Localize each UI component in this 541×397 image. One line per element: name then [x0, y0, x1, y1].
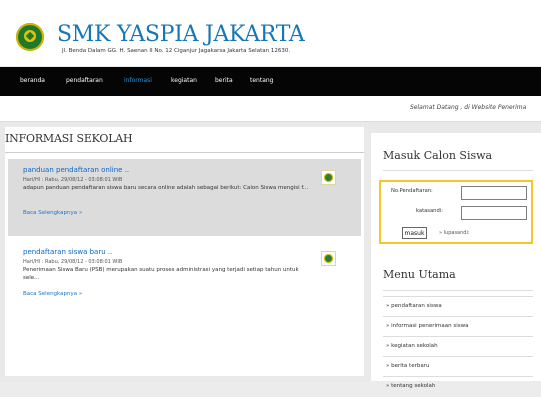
school-info-panel: INFORMASI SEKOLAH panduan pendaftaran on… [5, 127, 364, 376]
forgot-password-link[interactable]: » lupasandi: [439, 230, 470, 236]
main-navigation: beranda pendaftaran informasi kegiatan b… [0, 67, 541, 96]
menu-item-label[interactable]: » berita terbaru [386, 363, 429, 369]
registration-number-label: No.Pendaftaran: [391, 188, 433, 194]
site-address: Jl. Benda Dalam GG. H. Saenan II No. 12 … [62, 48, 291, 54]
menu-item-label[interactable]: » informasi penerimaan siswa [386, 323, 468, 329]
login-title: Masuk Calon Siswa [383, 149, 493, 162]
nav-informasi[interactable]: informasi [124, 77, 152, 84]
nav-pendaftaran[interactable]: pendaftaran [66, 77, 103, 84]
welcome-ticker: Selamat Datang , di Website Penerima [0, 96, 541, 122]
news-thumbnail-icon [321, 251, 336, 266]
read-more-link[interactable]: Baca Selengkapnya » [23, 291, 82, 297]
sidebar-item-pendaftaran-siswa[interactable]: » pendaftaran siswa [383, 296, 533, 317]
section-title: INFORMASI SEKOLAH [5, 132, 133, 145]
site-title[interactable]: SMK YASPIA JAKARTA [57, 23, 305, 47]
news-title[interactable]: panduan pendaftaran online .. [23, 166, 129, 174]
sidebar-item-tentang-sekolah[interactable]: » tentang sekolah [383, 376, 533, 397]
nav-tentang[interactable]: tentang [250, 77, 274, 84]
news-date: Hari/Hl : Rabu, 29/08/12 - 03:08:01 WIB [23, 259, 123, 265]
news-excerpt: Penerimaan Siswa Baru (PSB) merupakan su… [23, 267, 299, 281]
news-item: panduan pendaftaran online .. Hari/Hl : … [8, 159, 361, 236]
menu-item-label[interactable]: » kegiatan sekolah [386, 343, 438, 349]
password-input[interactable] [461, 206, 527, 220]
sidebar-item-berita-terbaru[interactable]: » berita terbaru [383, 356, 533, 377]
nav-beranda[interactable]: beranda [20, 77, 45, 84]
welcome-text: Selamat Datang , di Website Penerima [410, 104, 527, 111]
read-more-link[interactable]: Baca Selengkapnya » [23, 210, 82, 216]
news-thumbnail-icon [321, 170, 336, 185]
menu-item-label[interactable]: » tentang sekolah [386, 383, 435, 389]
registration-number-input[interactable] [461, 186, 527, 200]
sidebar: Masuk Calon Siswa No.Pendaftaran: katasa… [371, 133, 541, 389]
login-button[interactable]: masuk [402, 227, 427, 239]
main-menu-divider [383, 290, 533, 291]
news-title[interactable]: pendaftaran siswa baru .. [23, 248, 112, 256]
main-menu-title: Menu Utama [383, 268, 456, 281]
page: SMK YASPIA JAKARTA Jl. Benda Dalam GG. H… [0, 0, 541, 389]
school-logo-icon [16, 23, 44, 51]
password-label: katasandi: [416, 208, 443, 214]
menu-item-label[interactable]: » pendaftaran siswa [386, 303, 442, 309]
nav-kegiatan[interactable]: kegiatan [171, 77, 197, 84]
sidebar-item-informasi-penerimaan-siswa[interactable]: » informasi penerimaan siswa [383, 316, 533, 337]
news-excerpt: adapun panduan pendaftaran siswa baru se… [23, 185, 309, 191]
news-date: Hari/Hl : Rabu, 29/08/12 - 03:08:01 WIB [23, 177, 123, 183]
section-divider [5, 152, 364, 153]
student-login-form: No.Pendaftaran: katasandi: masuk » lupas… [379, 180, 533, 244]
nav-berita[interactable]: berita [215, 77, 233, 84]
login-title-divider [383, 170, 533, 171]
sidebar-item-kegiatan-sekolah[interactable]: » kegiatan sekolah [383, 336, 533, 357]
news-item: pendaftaran siswa baru .. Hari/Hl : Rabu… [8, 243, 361, 307]
site-header: SMK YASPIA JAKARTA Jl. Benda Dalam GG. H… [0, 0, 541, 66]
